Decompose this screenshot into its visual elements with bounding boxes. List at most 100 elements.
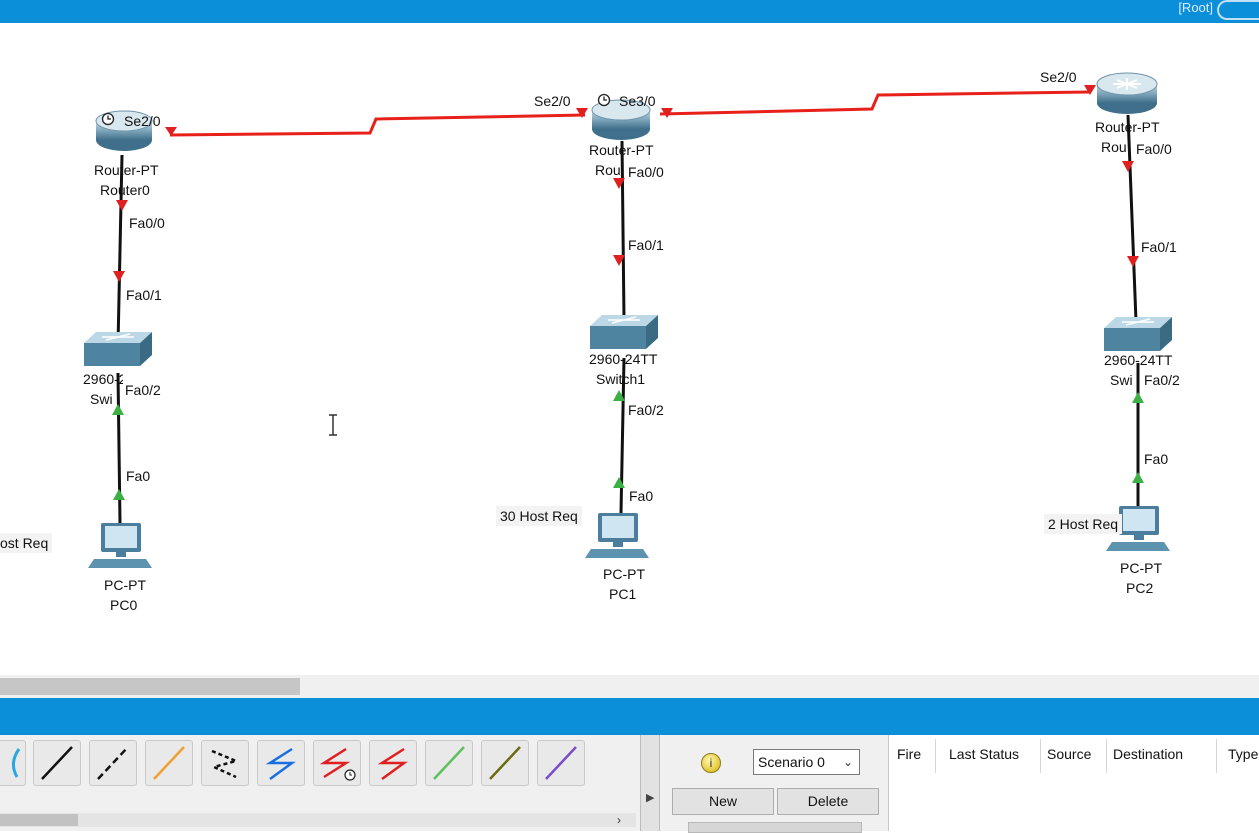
- usb-cable-icon: [545, 746, 577, 780]
- toolbar-scrollbar[interactable]: [0, 813, 636, 827]
- panel-divider-bar: [0, 698, 1259, 735]
- device-model-label: PC-PT: [603, 566, 645, 582]
- phone-cable-icon: [210, 749, 240, 779]
- title-bar: [Root]: [0, 0, 1259, 23]
- scenario-select[interactable]: Scenario 0 ⌄: [753, 749, 860, 775]
- device-model-label: 2960-24TT: [1104, 352, 1173, 368]
- info-icon[interactable]: i: [701, 753, 721, 773]
- switch2-icon: [1104, 317, 1172, 351]
- ethernet-link-r1-sw1: [620, 140, 626, 320]
- device-model-label: Router-PT: [589, 142, 654, 158]
- device-model-label: PC-PT: [104, 577, 146, 593]
- device-name-label[interactable]: PC0: [110, 597, 137, 613]
- switch0-icon: [84, 332, 152, 366]
- device-name-label[interactable]: Switch1: [596, 371, 645, 387]
- serial-link-r1-r2: [659, 90, 1091, 116]
- delete-scenario-button[interactable]: Delete: [777, 788, 879, 815]
- connection-type-button[interactable]: [369, 740, 417, 786]
- port-label: Fa0/1: [1141, 239, 1177, 255]
- column-divider: [1040, 739, 1041, 773]
- connection-type-button[interactable]: [145, 740, 193, 786]
- device-name-label[interactable]: Rou: [595, 162, 621, 178]
- navigate-back-button[interactable]: [1217, 0, 1259, 20]
- scenario-select-value: Scenario 0: [758, 754, 825, 770]
- port-label: Fa0/1: [126, 287, 162, 303]
- bottom-panel: › ▶ i Scenario 0 ⌄ New Delete Fire Last …: [0, 735, 1259, 833]
- connection-type-button[interactable]: [33, 740, 81, 786]
- serial-link-r0-r1: [169, 113, 586, 137]
- note-label[interactable]: 2 Host Req: [1044, 514, 1123, 534]
- port-label: Fa0: [1144, 451, 1169, 467]
- scrollbar-thumb[interactable]: [0, 678, 300, 695]
- column-divider: [1216, 739, 1217, 773]
- serial-dte-cable-icon: [377, 747, 408, 781]
- note-label[interactable]: ost Req: [0, 533, 53, 553]
- port-label: Fa0: [629, 488, 654, 504]
- device-name-label[interactable]: PC1: [609, 586, 636, 602]
- ethernet-link-sw0-pc0: [116, 372, 122, 524]
- connection-type-button[interactable]: [0, 740, 26, 786]
- connection-type-button[interactable]: [257, 740, 305, 786]
- note-label[interactable]: 30 Host Req: [496, 506, 582, 526]
- device-model-label: Router-PT: [94, 162, 159, 178]
- scenario-panel: i Scenario 0 ⌄ New Delete: [668, 735, 885, 833]
- root-breadcrumb[interactable]: [Root]: [1178, 0, 1213, 16]
- port-label: Fa0/2: [1144, 372, 1180, 388]
- column-header-destination[interactable]: Destination: [1113, 746, 1183, 762]
- chevron-down-icon: ⌄: [842, 755, 853, 769]
- column-divider: [935, 739, 936, 773]
- port-label: Fa0: [126, 468, 151, 484]
- connection-type-button[interactable]: [425, 740, 473, 786]
- device-name-label[interactable]: Swi: [90, 391, 113, 407]
- pc0-icon: [88, 523, 152, 568]
- port-label: Fa0/2: [628, 402, 664, 418]
- scrollbar-thumb[interactable]: [0, 814, 78, 826]
- serial-dce-cable-icon: [319, 747, 351, 779]
- straight-through-cable-icon: [41, 746, 73, 780]
- console-cable-icon: [12, 748, 21, 778]
- connection-type-button[interactable]: [313, 740, 361, 786]
- device-model-label: 2960-24TT: [589, 351, 658, 367]
- toggle-pdu-list-button[interactable]: [688, 822, 862, 833]
- logical-workspace[interactable]: Se2/0 Se2/0 Se3/0 Se2/0 Fa0/0 Fa0/1 Fa0/…: [0, 23, 1259, 675]
- column-divider: [1106, 739, 1107, 773]
- connection-type-button[interactable]: [89, 740, 137, 786]
- chevron-right-icon[interactable]: ›: [617, 813, 621, 827]
- pc1-icon: [585, 513, 649, 558]
- column-header-type[interactable]: Type: [1228, 746, 1258, 762]
- coaxial-cable-icon: [265, 747, 296, 781]
- port-label: Se3/0: [619, 93, 656, 109]
- crossover-cable-icon: [97, 746, 129, 780]
- device-model-label: PC-PT: [1120, 560, 1162, 576]
- device-name-label[interactable]: Router0: [100, 182, 150, 198]
- connection-type-button[interactable]: [537, 740, 585, 786]
- port-label: Fa0/1: [628, 237, 664, 253]
- column-header-fire[interactable]: Fire: [897, 746, 921, 762]
- ethernet-link-r2-sw2: [1126, 114, 1138, 322]
- iot-custom-cable-icon: [489, 746, 521, 780]
- pdu-list-table: Fire Last Status Source Destination Type: [888, 735, 1259, 831]
- device-name-label[interactable]: PC2: [1126, 580, 1153, 596]
- device-name-label[interactable]: Swi: [1110, 372, 1133, 388]
- device-model-label: 2960-24TT: [83, 371, 123, 387]
- router2-icon: [1096, 72, 1158, 114]
- new-scenario-button[interactable]: New: [672, 788, 774, 815]
- port-label: Fa0/2: [125, 382, 161, 398]
- connection-type-button[interactable]: [481, 740, 529, 786]
- column-header-last-status[interactable]: Last Status: [949, 746, 1019, 762]
- port-label: Se2/0: [534, 93, 571, 109]
- port-label: Fa0/0: [628, 164, 664, 180]
- device-model-label: Router-PT: [1095, 119, 1160, 135]
- text-cursor-icon: [329, 414, 337, 436]
- fiber-cable-icon: [153, 746, 185, 780]
- port-label: Fa0/0: [129, 215, 165, 231]
- connection-type-button[interactable]: [201, 740, 249, 786]
- panel-splitter[interactable]: ▶: [640, 735, 660, 831]
- column-header-source[interactable]: Source: [1047, 746, 1091, 762]
- play-triangle-icon[interactable]: ▶: [646, 791, 654, 804]
- horizontal-scrollbar[interactable]: [0, 675, 1259, 698]
- device-name-label[interactable]: Rou: [1101, 139, 1127, 155]
- octal-cable-icon: [433, 746, 465, 780]
- port-label: Se2/0: [1040, 69, 1077, 85]
- port-label: Fa0/0: [1136, 141, 1172, 157]
